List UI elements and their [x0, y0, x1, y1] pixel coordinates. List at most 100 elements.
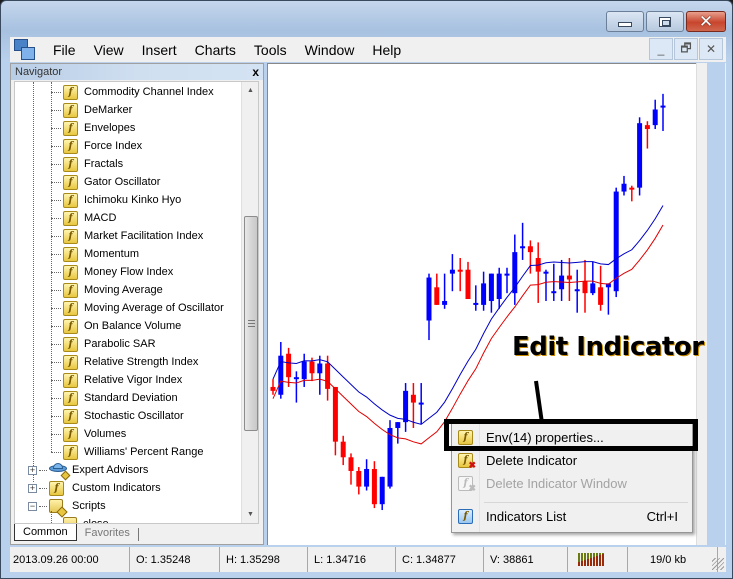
menu-tools[interactable]: Tools	[245, 42, 296, 58]
navigator-indicator-item[interactable]: f Volumes	[51, 425, 126, 443]
expand-icon[interactable]: +	[28, 465, 37, 475]
mdi-close-button[interactable]: ✕	[699, 38, 723, 60]
navigator-close-button[interactable]: x	[252, 65, 259, 79]
window-close-button[interactable]: ✕	[686, 11, 726, 32]
window-maximize-button[interactable]	[646, 11, 684, 32]
menu-charts[interactable]: Charts	[186, 42, 245, 58]
candle[interactable]	[535, 242, 541, 303]
candle[interactable]	[403, 383, 409, 432]
envelope-upper-line[interactable]	[272, 205, 664, 425]
candle[interactable]	[434, 273, 440, 305]
collapse-icon[interactable]: −	[28, 501, 37, 511]
navigator-group-custom-indicators[interactable]: + f Custom Indicators	[28, 479, 161, 497]
navigator-indicator-item[interactable]: f Momentum	[51, 245, 139, 263]
mdi-restore-button[interactable]: 🗗	[674, 38, 698, 60]
candle[interactable]	[605, 283, 611, 315]
candle[interactable]	[340, 435, 346, 466]
tab-favorites[interactable]: Favorites	[77, 525, 138, 541]
menu-item-indicators-list[interactable]: f Indicators List Ctrl+I	[452, 505, 692, 527]
scrollbar-thumb[interactable]	[244, 216, 258, 431]
candle[interactable]	[426, 273, 432, 341]
candle[interactable]	[652, 99, 658, 130]
navigator-indicator-item[interactable]: f Gator Oscillator	[51, 173, 160, 191]
navigator-group-expert-advisors[interactable]: + Expert Advisors	[28, 461, 148, 481]
menu-help[interactable]: Help	[363, 42, 410, 58]
candle[interactable]	[621, 175, 627, 196]
candle[interactable]	[582, 259, 588, 313]
candle[interactable]	[543, 269, 549, 301]
navigator-indicator-item[interactable]: f Fractals	[51, 155, 123, 173]
candle[interactable]	[286, 347, 292, 387]
navigator-indicator-item[interactable]: f Standard Deviation	[51, 389, 178, 407]
navigator-indicator-item[interactable]: f Relative Strength Index	[51, 353, 198, 371]
navigator-indicator-item[interactable]: f DeMarker	[51, 101, 132, 119]
navigator-indicator-item[interactable]: f Stochastic Oscillator	[51, 407, 184, 425]
navigator-indicator-item[interactable]: f Moving Average of Oscillator	[51, 299, 224, 317]
candle[interactable]	[613, 187, 619, 298]
candle[interactable]	[473, 285, 479, 311]
candle[interactable]	[551, 263, 557, 301]
navigator-indicator-item[interactable]: f Ichimoku Kinko Hyo	[51, 191, 181, 209]
navigator-script-item[interactable]: close	[51, 515, 109, 523]
navigator-indicator-item[interactable]: f Moving Average	[51, 281, 163, 299]
candle[interactable]	[348, 453, 354, 485]
mdi-minimize-button[interactable]: _	[649, 38, 673, 60]
navigator-indicator-item[interactable]: f Relative Vigor Index	[51, 371, 182, 389]
candle[interactable]	[559, 259, 565, 301]
candle[interactable]	[449, 254, 455, 292]
candle[interactable]	[629, 185, 635, 202]
candle[interactable]	[270, 379, 276, 395]
menu-file[interactable]: File	[44, 42, 85, 58]
candle[interactable]	[379, 476, 385, 511]
candle[interactable]	[481, 271, 487, 311]
expand-icon[interactable]: +	[28, 483, 37, 493]
menu-insert[interactable]: Insert	[133, 42, 186, 58]
candle[interactable]	[371, 461, 377, 509]
candle[interactable]	[332, 386, 338, 456]
candle[interactable]	[512, 234, 518, 305]
candle[interactable]	[465, 261, 471, 300]
scroll-up-arrow-icon[interactable]: ▲	[242, 82, 258, 99]
menu-window[interactable]: Window	[296, 42, 364, 58]
connection-status[interactable]	[568, 547, 628, 572]
candle[interactable]	[395, 422, 401, 444]
navigator-indicator-item[interactable]: f Envelopes	[51, 119, 135, 137]
candle[interactable]	[504, 267, 510, 294]
app-logo-icon[interactable]	[14, 38, 36, 61]
navigator-indicator-item[interactable]: f Williams' Percent Range	[51, 443, 203, 461]
candle[interactable]	[660, 93, 666, 131]
menu-item-delete-indicator[interactable]: f ✖ Delete Indicator	[452, 449, 692, 471]
candle[interactable]	[457, 257, 463, 292]
candle[interactable]	[520, 222, 526, 260]
candle[interactable]	[590, 261, 596, 296]
window-minimize-button[interactable]	[606, 11, 644, 32]
scroll-down-arrow-icon[interactable]: ▼	[242, 506, 258, 523]
navigator-indicator-item[interactable]: f On Balance Volume	[51, 317, 181, 335]
candle[interactable]	[574, 269, 580, 313]
navigator-indicator-item[interactable]: f MACD	[51, 209, 116, 227]
navigator-indicator-item[interactable]: f Commodity Channel Index	[51, 83, 214, 101]
candle[interactable]	[488, 273, 494, 313]
candle[interactable]	[356, 467, 362, 495]
navigator-indicator-item[interactable]: f Market Facilitation Index	[51, 227, 203, 245]
candle[interactable]	[644, 121, 650, 149]
navigator-indicator-item[interactable]: f Parabolic SAR	[51, 335, 156, 353]
navigator-indicator-item[interactable]: f Money Flow Index	[51, 263, 173, 281]
candle[interactable]	[598, 265, 604, 311]
menu-item-env-properties[interactable]: f Env(14) properties...	[452, 426, 692, 448]
candle[interactable]	[637, 117, 643, 196]
candle[interactable]	[278, 342, 284, 399]
candle[interactable]	[566, 257, 572, 301]
menu-view[interactable]: View	[85, 42, 133, 58]
candle[interactable]	[387, 420, 393, 489]
candle[interactable]	[442, 273, 448, 309]
navigator-group-scripts[interactable]: − Scripts	[28, 497, 106, 515]
candle[interactable]	[364, 459, 370, 491]
resize-grip-icon[interactable]	[712, 558, 724, 570]
navigator-indicator-item[interactable]: f Force Index	[51, 137, 142, 155]
candle[interactable]	[301, 353, 307, 387]
navigator-scrollbar[interactable]: ▲ ▼	[241, 82, 258, 523]
tab-common[interactable]: Common	[14, 524, 77, 541]
candle[interactable]	[418, 383, 424, 425]
candle[interactable]	[317, 355, 323, 395]
